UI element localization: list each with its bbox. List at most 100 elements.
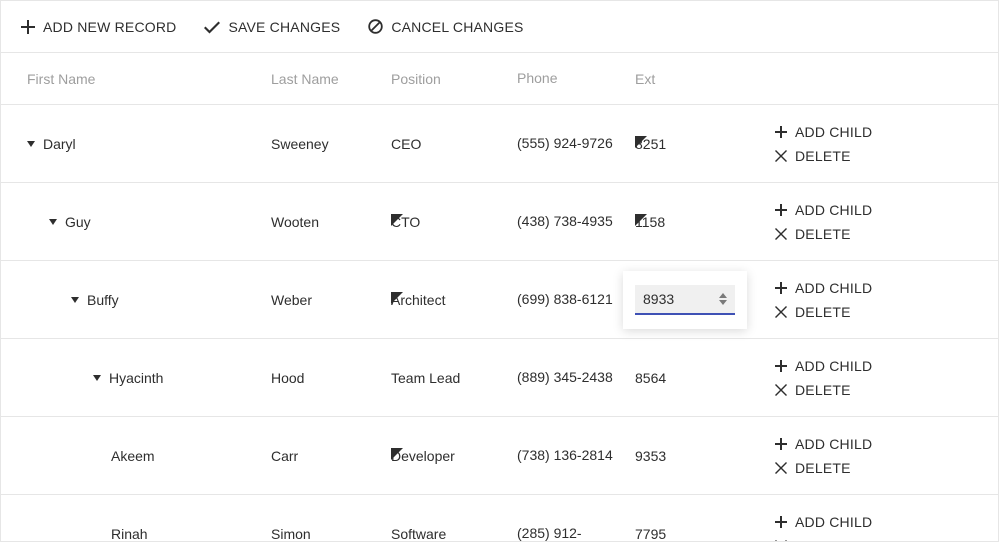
cell-actions: ADD CHILD DELETE (769, 436, 998, 476)
add-child-label: ADD CHILD (795, 280, 872, 296)
cell-phone[interactable]: (889) 345-2438 (517, 366, 635, 390)
first-name-text: Daryl (43, 136, 76, 152)
cell-ext[interactable]: 7795 (635, 526, 769, 542)
close-icon (775, 306, 787, 318)
first-name-text: Hyacinth (109, 370, 163, 386)
first-name-text: Akeem (111, 448, 155, 464)
delete-label: DELETE (795, 382, 851, 398)
first-name-text: Buffy (87, 292, 119, 308)
cell-position[interactable]: CEO (391, 136, 517, 152)
delete-button[interactable]: DELETE (775, 460, 998, 476)
cell-first-name[interactable]: Hyacinth (27, 370, 271, 386)
delete-button[interactable]: DELETE (775, 148, 998, 164)
add-child-button[interactable]: ADD CHILD (775, 202, 998, 218)
cell-first-name[interactable]: Rinah (27, 526, 271, 542)
plus-icon (775, 204, 787, 216)
cell-phone[interactable]: (285) 912- (517, 522, 635, 541)
cell-phone[interactable]: (555) 924-9726 (517, 132, 635, 156)
add-child-label: ADD CHILD (795, 124, 872, 140)
dirty-indicator-icon (391, 214, 403, 226)
cell-actions: ADD CHILD DELETE (769, 124, 998, 164)
delete-button[interactable]: DELETE (775, 226, 998, 242)
spinner-up-icon[interactable] (719, 293, 727, 298)
ext-text: 9353 (635, 448, 666, 464)
check-icon (204, 20, 220, 34)
table-row: Hyacinth HoodTeam Lead (889) 345-24388564 A… (1, 339, 998, 417)
cell-last-name[interactable]: Carr (271, 448, 391, 464)
position-text: Team Lead (391, 370, 460, 386)
cell-ext[interactable]: 8933 (635, 271, 769, 329)
add-new-record-button[interactable]: ADD NEW RECORD (21, 19, 176, 35)
header-first-name[interactable]: First Name (27, 71, 271, 87)
add-child-button[interactable]: ADD CHILD (775, 514, 998, 530)
table-row: DarylSweeneyCEO(555) 924-97268251ADD CHI… (1, 105, 998, 183)
expand-icon[interactable] (27, 141, 35, 147)
add-child-label: ADD CHILD (795, 358, 872, 374)
cell-last-name[interactable]: Hood (271, 370, 391, 386)
cell-ext[interactable]: 8564 (635, 370, 769, 386)
delete-button[interactable]: DELETE (775, 538, 998, 542)
toolbar: ADD NEW RECORD SAVE CHANGES CANCEL CHANG… (1, 1, 998, 53)
cell-phone[interactable]: (699) 838-6121 (517, 288, 635, 312)
cell-last-name[interactable]: Sweeney (271, 136, 391, 152)
position-text: Software (391, 526, 446, 542)
add-child-button[interactable]: ADD CHILD (775, 124, 998, 140)
plus-icon (775, 282, 787, 294)
delete-button[interactable]: DELETE (775, 382, 998, 398)
add-child-button[interactable]: ADD CHILD (775, 280, 998, 296)
cell-position[interactable]: Software (391, 526, 517, 542)
table-row: Rinah SimonSoftware (285) 912-7795 ADD CHIL… (1, 495, 998, 541)
spinner (719, 293, 727, 305)
plus-icon (775, 126, 787, 138)
cell-actions: ADD CHILD DELETE (769, 202, 998, 242)
cell-first-name[interactable]: Daryl (27, 136, 271, 152)
add-child-label: ADD CHILD (795, 514, 872, 530)
header-last-name[interactable]: Last Name (271, 71, 391, 87)
cell-ext[interactable]: 8251 (635, 136, 769, 152)
cell-position[interactable]: Developer (391, 448, 517, 464)
delete-label: DELETE (795, 226, 851, 242)
table-header: First Name Last Name Position Phone Ext (1, 53, 998, 105)
cell-phone[interactable]: (738) 136-2814 (517, 444, 635, 468)
cell-first-name[interactable]: Buffy (27, 292, 271, 308)
header-ext[interactable]: Ext (635, 71, 769, 87)
cell-first-name[interactable]: Guy (27, 214, 271, 230)
cell-last-name[interactable]: Weber (271, 292, 391, 308)
cell-ext[interactable]: 1158 (635, 214, 769, 230)
plus-icon (775, 516, 787, 528)
delete-button[interactable]: DELETE (775, 304, 998, 320)
cell-position[interactable]: Team Lead (391, 370, 517, 386)
cell-actions: ADD CHILD DELETE (769, 514, 998, 542)
cell-last-name[interactable]: Simon (271, 526, 391, 542)
header-position[interactable]: Position (391, 71, 517, 87)
cell-ext[interactable]: 9353 (635, 448, 769, 464)
ext-numeric-input[interactable]: 8933 (635, 285, 735, 315)
ext-text: 8564 (635, 370, 666, 386)
cell-last-name[interactable]: Wooten (271, 214, 391, 230)
delete-label: DELETE (795, 538, 851, 542)
cell-first-name[interactable]: Akeem (27, 448, 271, 464)
table-row: Buffy WeberArchitect(699) 838-6121 8933 ADD… (1, 261, 998, 339)
add-new-record-label: ADD NEW RECORD (43, 19, 176, 35)
table-body[interactable]: DarylSweeneyCEO(555) 924-97268251ADD CHI… (1, 105, 998, 541)
delete-label: DELETE (795, 304, 851, 320)
cancel-changes-button[interactable]: CANCEL CHANGES (368, 19, 523, 35)
spinner-down-icon[interactable] (719, 300, 727, 305)
save-changes-button[interactable]: SAVE CHANGES (204, 19, 340, 35)
cell-actions: ADD CHILD DELETE (769, 358, 998, 398)
expand-icon[interactable] (93, 375, 101, 381)
add-child-button[interactable]: ADD CHILD (775, 436, 998, 452)
first-name-text: Rinah (111, 526, 148, 542)
dirty-indicator-icon (635, 214, 647, 226)
add-child-button[interactable]: ADD CHILD (775, 358, 998, 374)
cell-position[interactable]: Architect (391, 292, 517, 308)
ext-text: 7795 (635, 526, 666, 542)
cell-phone[interactable]: (438) 738-4935 (517, 210, 635, 234)
ext-input-value: 8933 (643, 291, 674, 307)
add-child-label: ADD CHILD (795, 202, 872, 218)
expand-icon[interactable] (71, 297, 79, 303)
header-phone[interactable]: Phone (517, 67, 635, 91)
cell-position[interactable]: CTO (391, 214, 517, 230)
delete-label: DELETE (795, 148, 851, 164)
expand-icon[interactable] (49, 219, 57, 225)
